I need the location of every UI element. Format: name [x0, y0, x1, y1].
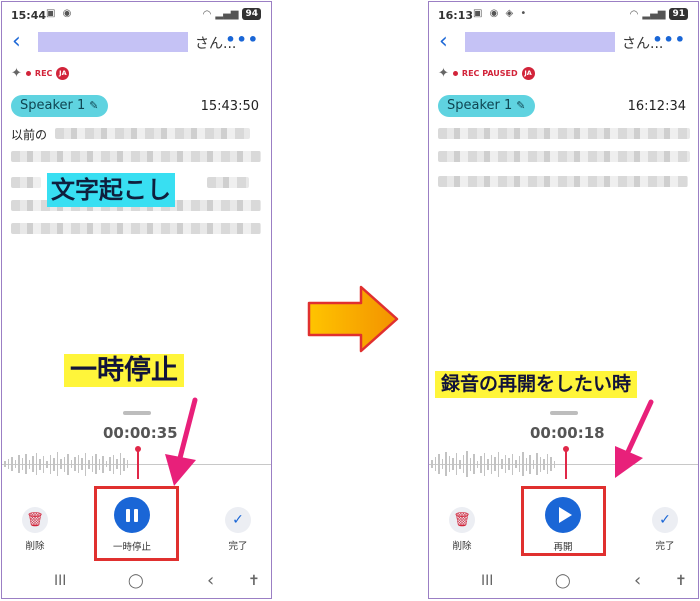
- wifi-icon: ◠: [202, 8, 212, 20]
- speaker-timestamp: 16:12:34: [627, 99, 686, 114]
- blurred-transcript: [11, 151, 261, 162]
- nav-back-icon[interactable]: ‹: [207, 570, 214, 591]
- signal-icon: ▂▄▆: [642, 8, 666, 20]
- blurred-transcript: [438, 128, 690, 139]
- battery-icon: 91: [669, 8, 688, 20]
- recording-timer: 00:00:18: [530, 424, 605, 442]
- language-badge[interactable]: JA: [56, 66, 70, 80]
- transcript-visible-text: 以前の: [11, 128, 48, 142]
- speaker-label: Speaker 1: [20, 98, 86, 113]
- app-header: ‹ さん... •••: [429, 30, 698, 56]
- status-bar: 15:44 ▣ ◉ ◠ ▂▄▆ 94: [2, 2, 271, 26]
- annotation-transcription: 文字起こし: [47, 173, 175, 207]
- annotation-pause: 一時停止: [64, 354, 184, 387]
- sparkle-icon[interactable]: ✦: [438, 66, 449, 81]
- app-header: ‹ さん... •••: [2, 30, 271, 56]
- android-nav-bar: III ◯ ‹ ✝: [2, 570, 271, 593]
- speaker-chip[interactable]: Speaker 1 ✎: [438, 95, 535, 117]
- phone-screen-recording: 15:44 ▣ ◉ ◠ ▂▄▆ 94 ‹ さん... ••• ✦ REC JA …: [1, 1, 272, 599]
- blurred-transcript: [207, 177, 249, 188]
- speaker-label: Speaker 1: [447, 98, 513, 113]
- delete-label: 削除: [452, 541, 472, 552]
- transition-arrow-icon: [307, 285, 399, 353]
- accessibility-icon[interactable]: ✝: [675, 573, 687, 589]
- redacted-recording-title: [38, 32, 188, 52]
- pencil-icon: ✎: [516, 99, 526, 112]
- recents-icon[interactable]: III: [481, 573, 493, 589]
- waveform: [431, 448, 555, 480]
- trash-icon: 🗑: [453, 512, 471, 528]
- trash-icon: 🗑: [26, 512, 44, 528]
- done-button[interactable]: ✓ 完了: [652, 507, 678, 552]
- blurred-transcript: [438, 151, 690, 162]
- accessibility-icon[interactable]: ✝: [248, 573, 260, 589]
- android-nav-bar: III ◯ ‹ ✝: [429, 570, 698, 593]
- done-label: 完了: [228, 541, 248, 552]
- playhead-marker[interactable]: [135, 446, 141, 479]
- rec-dot-icon: [452, 70, 458, 76]
- highlight-box: [94, 486, 179, 561]
- back-arrow-icon[interactable]: ‹: [439, 30, 448, 54]
- check-icon: ✓: [659, 512, 671, 528]
- back-arrow-icon[interactable]: ‹: [12, 30, 21, 54]
- done-label: 完了: [655, 541, 675, 552]
- delete-button[interactable]: 🗑 削除: [22, 507, 48, 552]
- blurred-transcript: [438, 176, 688, 187]
- highlight-box: [521, 486, 606, 556]
- nav-back-icon[interactable]: ‹: [634, 570, 641, 591]
- home-icon[interactable]: ◯: [128, 573, 144, 589]
- status-time: 16:13: [438, 9, 474, 22]
- waveform: [4, 448, 128, 480]
- redacted-recording-title: [465, 32, 615, 52]
- status-system-icons: ◠ ▂▄▆ 94: [203, 8, 261, 20]
- signal-icon: ▂▄▆: [215, 8, 239, 20]
- status-system-icons: ◠ ▂▄▆ 91: [630, 8, 688, 20]
- speaker-timestamp: 15:43:50: [200, 99, 259, 114]
- playhead-marker[interactable]: [563, 446, 569, 479]
- more-options-icon[interactable]: •••: [225, 30, 259, 49]
- wifi-icon: ◠: [629, 8, 639, 20]
- delete-button[interactable]: 🗑 削除: [449, 507, 475, 552]
- sheet-drag-handle[interactable]: [123, 411, 151, 415]
- pointer-arrow-left: [165, 397, 198, 486]
- done-button[interactable]: ✓ 完了: [225, 507, 251, 552]
- blurred-transcript: [11, 223, 261, 234]
- speaker-chip[interactable]: Speaker 1 ✎: [11, 95, 108, 117]
- recents-icon[interactable]: III: [54, 573, 66, 589]
- recording-status-row: ✦ REC PAUSED JA: [438, 65, 535, 81]
- status-notification-icons: ▣ ◉ ◈ •: [473, 8, 529, 19]
- more-options-icon[interactable]: •••: [652, 30, 686, 49]
- sheet-drag-handle[interactable]: [550, 411, 578, 415]
- sparkle-icon[interactable]: ✦: [11, 66, 22, 81]
- blurred-transcript: [11, 177, 41, 188]
- language-badge[interactable]: JA: [521, 66, 535, 80]
- rec-status-label: REC PAUSED: [461, 68, 518, 78]
- pencil-icon: ✎: [89, 99, 99, 112]
- home-icon[interactable]: ◯: [555, 573, 571, 589]
- delete-label: 削除: [25, 541, 45, 552]
- rec-dot-icon: [25, 70, 31, 76]
- battery-icon: 94: [242, 8, 261, 20]
- phone-screen-paused: 16:13 ▣ ◉ ◈ • ◠ ▂▄▆ 91 ‹ さん... ••• ✦ REC…: [428, 1, 699, 599]
- status-notification-icons: ▣ ◉: [46, 8, 74, 19]
- check-icon: ✓: [232, 512, 244, 528]
- pointer-arrow-right: [615, 399, 654, 478]
- recording-status-row: ✦ REC JA: [11, 65, 70, 81]
- rec-status-label: REC: [34, 68, 53, 78]
- status-time: 15:44: [11, 9, 47, 22]
- blurred-transcript: [55, 128, 250, 139]
- annotation-resume: 録音の再開をしたい時: [435, 371, 638, 398]
- status-bar: 16:13 ▣ ◉ ◈ • ◠ ▂▄▆ 91: [429, 2, 698, 26]
